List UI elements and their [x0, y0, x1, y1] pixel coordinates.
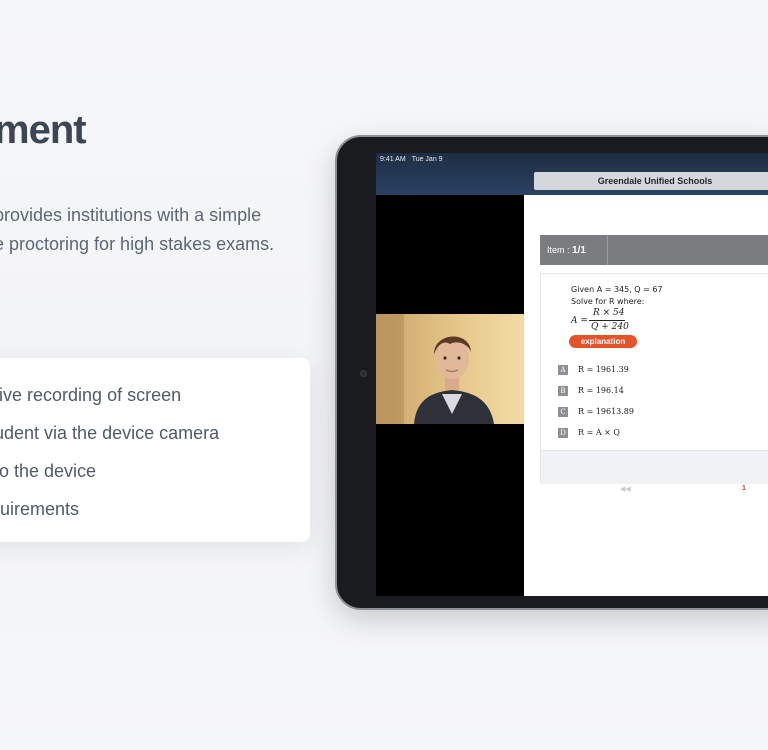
feature-item: equirements — [0, 499, 80, 519]
answer-option-a[interactable]: A R = 1961.39 — [558, 365, 629, 377]
option-text: R = 196.14 — [578, 386, 624, 395]
page-number[interactable]: 1 — [742, 485, 746, 492]
rewind-icon[interactable]: ◀◀ — [620, 485, 631, 493]
front-camera — [360, 370, 367, 377]
intro-line-1: provides institutions with a simple — [0, 205, 262, 225]
tablet-screen: 9:41 AM Tue Jan 9 Greendale Unified Schoo… — [376, 153, 768, 596]
answer-option-c[interactable]: C R = 19613.89 — [558, 407, 634, 419]
pagination: ◀◀ 1 — [540, 483, 768, 497]
explanation-button[interactable]: explanation — [569, 335, 637, 348]
section-heading: ment — [0, 108, 87, 152]
option-letter: C — [558, 407, 568, 417]
feature-item: e live recording of screen — [0, 385, 182, 405]
feature-item: student via the device camera — [0, 423, 220, 443]
item-header-bar: Item : 1/1 — [540, 235, 768, 265]
status-time: 9:41 AM — [380, 156, 406, 163]
status-date: Tue Jan 9 — [411, 156, 443, 163]
option-text: R = 19613.89 — [578, 407, 634, 416]
fraction-bar — [589, 320, 625, 321]
answer-option-d[interactable]: D R = A × Q — [558, 428, 620, 440]
formula-lhs: A = — [571, 316, 588, 326]
features-card: e live recording of screen student via t… — [0, 358, 310, 542]
option-letter: A — [558, 365, 568, 375]
school-name-bar: Greendale Unified Schools — [534, 172, 768, 190]
formula-denominator: Q + 240 — [591, 322, 629, 332]
app-header: 9:41 AM Tue Jan 9 Greendale Unified Schoo… — [376, 153, 768, 195]
option-text: R = 1961.39 — [578, 365, 629, 374]
intro-line-2: e proctoring for high stakes exams. — [0, 234, 275, 254]
item-counter: Item : 1/1 — [540, 235, 608, 265]
question-footer — [541, 450, 768, 484]
item-value: 1/1 — [572, 245, 586, 256]
exam-panel: Item : 1/1 Given A = 345, Q = 67 Solve f… — [524, 195, 768, 596]
question-given: Given A = 345, Q = 67 — [571, 285, 663, 294]
option-letter: D — [558, 428, 568, 438]
option-letter: B — [558, 386, 568, 396]
item-label: Item : — [547, 245, 570, 255]
student-video-image — [376, 314, 524, 424]
question-text: Given A = 345, Q = 67 Solve for R where: — [571, 284, 663, 308]
status-bar: 9:41 AM Tue Jan 9 — [380, 156, 449, 163]
tablet-device: 9:41 AM Tue Jan 9 Greendale Unified Schoo… — [335, 135, 768, 610]
formula-numerator: R × 54 — [593, 308, 625, 318]
webcam-preview — [376, 314, 524, 424]
intro-paragraph: provides institutions with a simple e pr… — [0, 201, 274, 259]
question-prompt: Solve for R where: — [571, 297, 645, 306]
feature-item: ts o the device — [0, 461, 97, 481]
question-card: Given A = 345, Q = 67 Solve for R where:… — [540, 273, 768, 484]
answer-option-b[interactable]: B R = 196.14 — [558, 386, 624, 398]
option-text: R = A × Q — [578, 428, 620, 437]
